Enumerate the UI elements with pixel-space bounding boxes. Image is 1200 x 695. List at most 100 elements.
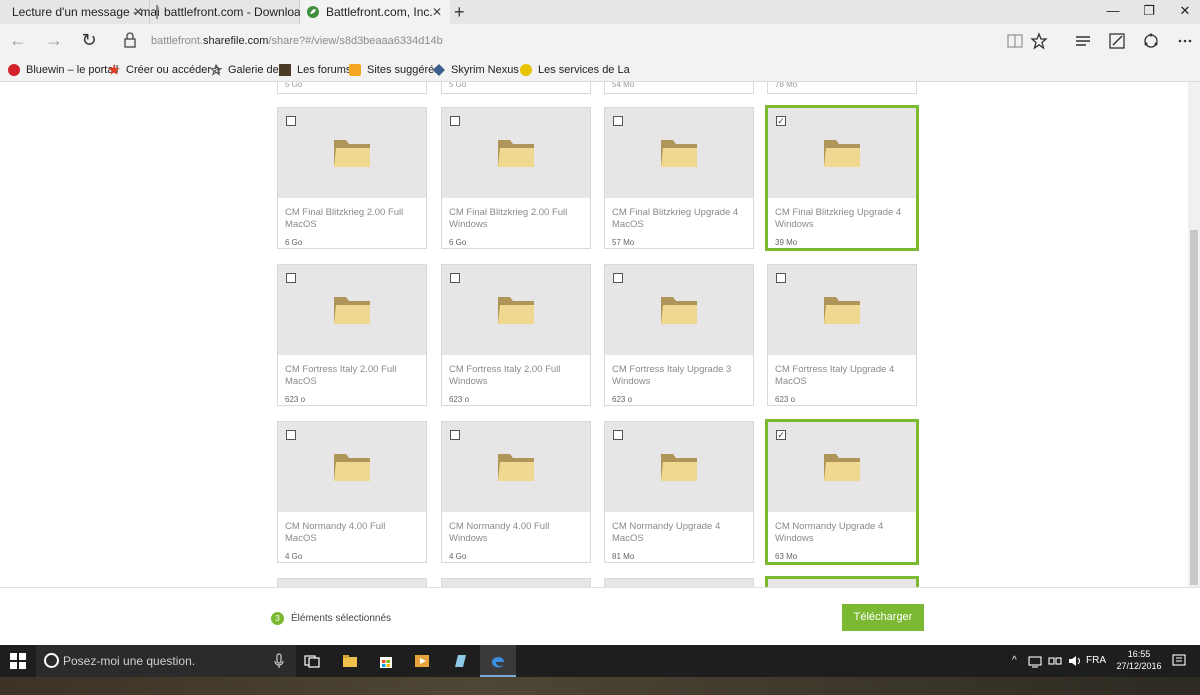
maximize-button[interactable]: ❐ [1139, 3, 1159, 19]
file-name[interactable]: CM Final Blitzkrieg 2.00 Full Windows [449, 207, 583, 231]
file-thumbnail[interactable] [605, 422, 753, 512]
file-card-partial[interactable]: 5 Go [277, 82, 427, 94]
select-checkbox[interactable] [613, 430, 623, 440]
download-button[interactable]: Télécharger [842, 604, 924, 631]
file-thumbnail[interactable] [278, 422, 426, 512]
file-thumbnail[interactable] [442, 579, 590, 587]
new-tab-button[interactable]: + [454, 2, 465, 23]
file-thumbnail[interactable] [278, 579, 426, 587]
volume-icon[interactable] [1068, 654, 1082, 668]
favorite-forums[interactable]: Les forums [279, 64, 351, 76]
clock[interactable]: 16:55 27/12/2016 [1115, 648, 1163, 672]
file-thumbnail[interactable] [442, 108, 590, 198]
notifications-icon[interactable] [1172, 654, 1186, 668]
file-card[interactable]: CM Normandy 4.00 Full Windows 4 Go [441, 421, 591, 563]
close-icon[interactable]: ✕ [432, 5, 442, 19]
file-name[interactable]: CM Normandy 4.00 Full MacOS [285, 521, 419, 545]
file-thumbnail[interactable] [442, 422, 590, 512]
media-player-icon[interactable] [414, 653, 430, 669]
favorite-services[interactable]: Les services de La [520, 64, 630, 76]
app-icon[interactable] [452, 653, 468, 669]
file-thumbnail[interactable]: ✓ [768, 422, 916, 512]
tab-battlefront-download[interactable]: battlefront.com - Download [150, 0, 307, 24]
file-card[interactable]: CM Normandy 4.00 Full MacOS 4 Go [277, 421, 427, 563]
select-checkbox[interactable] [450, 116, 460, 126]
reading-view-icon[interactable] [1006, 32, 1024, 50]
network-icon[interactable] [1028, 654, 1042, 668]
select-checkbox[interactable] [286, 430, 296, 440]
select-checkbox[interactable] [450, 273, 460, 283]
minimize-button[interactable]: — [1103, 3, 1123, 18]
forward-button[interactable]: → [42, 30, 66, 51]
select-checkbox[interactable] [613, 116, 623, 126]
file-card-partial[interactable]: 54 Mo [604, 82, 754, 94]
edge-taskbar-button[interactable] [480, 645, 516, 677]
web-note-icon[interactable] [1108, 32, 1126, 50]
close-icon[interactable]: ✕ [133, 5, 143, 19]
file-card[interactable]: CM Fortress Italy 2.00 Full Windows 623 o [441, 264, 591, 406]
microphone-icon[interactable] [274, 653, 284, 669]
file-card[interactable]: CM Final Blitzkrieg 2.00 Full MacOS 6 Go [277, 107, 427, 249]
tab-mail[interactable]: Lecture d'un message - mai ✕ [0, 0, 160, 24]
file-card[interactable]: CM Fortress Italy Upgrade 3 Windows 623 o [604, 264, 754, 406]
file-card[interactable]: ✓ CM Normandy Upgrade 4 Windows 63 Mo [765, 419, 919, 565]
file-card[interactable] [441, 578, 591, 587]
connection-icon[interactable] [1048, 654, 1062, 668]
file-thumbnail[interactable] [768, 265, 916, 355]
file-card[interactable]: ✓ [765, 576, 919, 587]
file-thumbnail[interactable] [278, 108, 426, 198]
refresh-button[interactable]: ↻ [77, 30, 101, 51]
file-card-partial[interactable]: 5 Go [441, 82, 591, 94]
favorite-star-icon[interactable] [1030, 32, 1048, 50]
close-window-button[interactable]: ✕ [1175, 3, 1195, 19]
share-icon[interactable] [1142, 32, 1160, 50]
file-thumbnail[interactable] [605, 108, 753, 198]
file-name[interactable]: CM Fortress Italy 2.00 Full Windows [449, 364, 583, 388]
favorite-creer[interactable]: Créer ou accéder à [108, 64, 220, 76]
file-thumbnail[interactable]: ✓ [768, 108, 916, 198]
file-thumbnail[interactable]: ✓ [768, 579, 916, 587]
file-name[interactable]: CM Fortress Italy Upgrade 3 Windows [612, 364, 746, 388]
select-checkbox[interactable]: ✓ [776, 430, 786, 440]
file-name[interactable]: CM Fortress Italy 2.00 Full MacOS [285, 364, 419, 388]
favorite-bluewin[interactable]: Bluewin – le portail [8, 64, 118, 76]
scrollbar[interactable] [1188, 82, 1200, 587]
file-name[interactable]: CM Normandy 4.00 Full Windows [449, 521, 583, 545]
favorite-galerie[interactable]: Galerie de [209, 63, 279, 76]
select-checkbox[interactable] [613, 273, 623, 283]
file-name[interactable]: CM Normandy Upgrade 4 Windows [775, 521, 909, 545]
select-checkbox[interactable]: ✓ [776, 116, 786, 126]
cortana-search-box[interactable]: Posez-moi une question. [36, 645, 296, 677]
select-checkbox[interactable] [450, 430, 460, 440]
select-checkbox[interactable] [776, 273, 786, 283]
windows-start-icon[interactable] [10, 653, 26, 669]
file-name[interactable]: CM Final Blitzkrieg 2.00 Full MacOS [285, 207, 419, 231]
file-name[interactable]: CM Final Blitzkrieg Upgrade 4 MacOS [612, 207, 746, 231]
file-name[interactable]: CM Fortress Italy Upgrade 4 MacOS [775, 364, 909, 388]
store-icon[interactable] [378, 653, 394, 669]
file-card[interactable]: CM Final Blitzkrieg Upgrade 4 MacOS 57 Mo [604, 107, 754, 249]
file-card[interactable]: CM Normandy Upgrade 4 MacOS 81 Mo [604, 421, 754, 563]
file-thumbnail[interactable] [605, 265, 753, 355]
file-name[interactable]: CM Normandy Upgrade 4 MacOS [612, 521, 746, 545]
file-card[interactable] [277, 578, 427, 587]
favorite-skyrim-nexus[interactable]: Skyrim Nexus - [433, 64, 526, 76]
file-card[interactable]: ✓ CM Final Blitzkrieg Upgrade 4 Windows 39… [765, 105, 919, 251]
file-card[interactable]: CM Fortress Italy 2.00 Full MacOS 623 o [277, 264, 427, 406]
task-view-icon[interactable] [304, 653, 320, 669]
select-checkbox[interactable] [286, 116, 296, 126]
select-checkbox[interactable] [286, 273, 296, 283]
tab-battlefront-inc[interactable]: Battlefront.com, Inc. ✕ [300, 0, 450, 24]
language-indicator[interactable]: FRA [1086, 655, 1106, 666]
file-card[interactable] [604, 578, 754, 587]
more-icon[interactable] [1176, 32, 1194, 50]
file-thumbnail[interactable] [605, 579, 753, 587]
back-button[interactable]: ← [6, 30, 30, 51]
file-card[interactable]: CM Final Blitzkrieg 2.00 Full Windows 6 G… [441, 107, 591, 249]
hub-icon[interactable] [1074, 32, 1092, 50]
scrollbar-thumb[interactable] [1190, 230, 1198, 585]
file-card[interactable]: CM Fortress Italy Upgrade 4 MacOS 623 o [767, 264, 917, 406]
tray-chevron-icon[interactable]: ^ [1012, 655, 1017, 666]
url-field[interactable]: battlefront.sharefile.com/share?#/view/s… [151, 35, 443, 47]
file-thumbnail[interactable] [278, 265, 426, 355]
